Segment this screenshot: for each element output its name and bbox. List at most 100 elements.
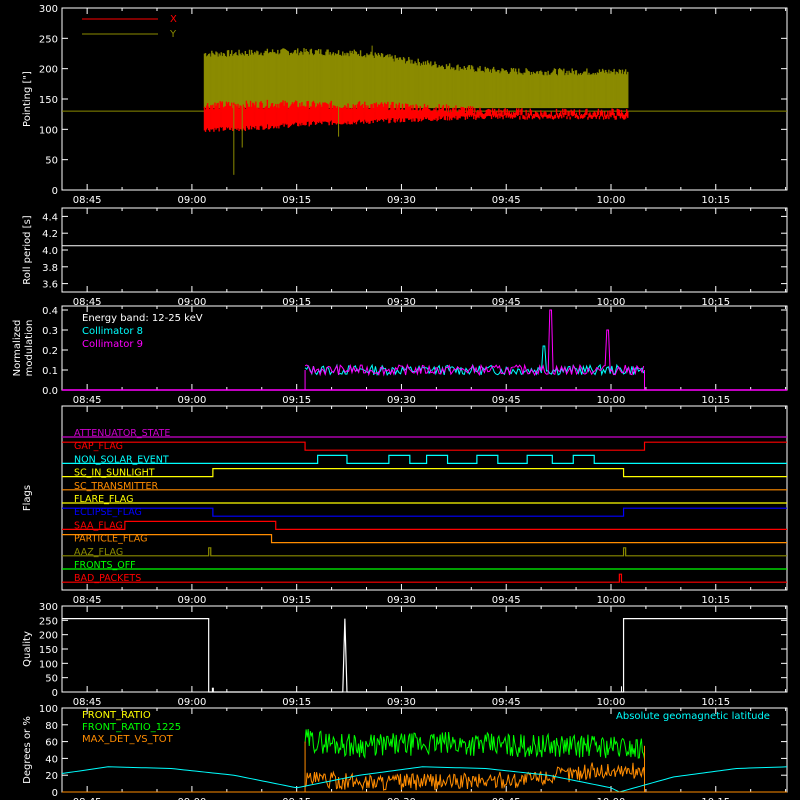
y-tick-label: 80	[45, 721, 58, 732]
y-tick-label: 40	[45, 754, 58, 765]
y-tick-label: 150	[39, 95, 58, 106]
legend-geomagnetic-latitude: Absolute geomagnetic latitude	[616, 711, 770, 722]
x-tick-label: 10:00	[597, 195, 626, 206]
x-tick-label: 10:00	[597, 595, 626, 606]
y-axis-label: Normalized	[12, 320, 23, 377]
legend-max-det-vs-tot: MAX_DET_VS_TOT	[82, 734, 174, 745]
x-tick-label: 10:15	[701, 697, 730, 708]
y-tick-label: 0.4	[42, 306, 58, 317]
y-axis-label: Degrees or %	[22, 716, 33, 784]
modulation-series-line	[304, 309, 645, 377]
x-tick-label: 10:15	[701, 395, 730, 406]
flag-line-bad_packets	[62, 573, 787, 583]
x-tick-label: 09:00	[177, 195, 206, 206]
flag-label-gap_flag: GAP_FLAG	[74, 441, 123, 452]
y-tick-label: 200	[39, 65, 58, 76]
y-axis-label: Flags	[22, 485, 33, 511]
y-tick-label: 0	[52, 186, 58, 197]
x-tick-label: 09:00	[177, 395, 206, 406]
x-tick-label: 09:30	[387, 195, 416, 206]
x-tick-label: 09:00	[177, 697, 206, 708]
y-tick-label: 150	[39, 645, 58, 656]
y-tick-label: 3.6	[42, 280, 58, 291]
flag-label-bad_packets: BAD_PACKETS	[74, 573, 141, 584]
chart-canvas: 08:45 09:00 09:15 09:30 09:45 10:00 10:15 0 50 10…	[12, 4, 788, 800]
flag-label-saa_flag: SAA_FLAG	[74, 520, 123, 531]
legend-collimator-8: Collimator 8	[82, 326, 143, 337]
y-tick-label: 100	[39, 125, 58, 136]
flags-frame	[61, 405, 788, 591]
y-tick-label: 0.0	[42, 386, 58, 397]
y-tick-label: 0.2	[42, 346, 58, 357]
y-axis-label: Pointing ["]	[22, 71, 33, 127]
y-tick-label: 300	[39, 4, 58, 15]
flag-label-particle_flag: PARTICLE_FLAG	[74, 534, 147, 545]
x-tick-label: 09:30	[387, 697, 416, 708]
legend-front-ratio: FRONT_RATIO	[82, 710, 151, 721]
front-ratio-1225-line	[304, 729, 646, 760]
flag-line-non_solar_event	[62, 454, 787, 464]
x-tick-label: 09:00	[177, 595, 206, 606]
flag-line-gap_flag	[62, 441, 787, 451]
legend-collimator-9: Collimator 9	[82, 339, 143, 350]
x-tick-label: 10:15	[701, 595, 730, 606]
legend-x-label: X	[170, 14, 177, 25]
x-tick-label: 09:45	[492, 697, 521, 708]
flag-label-aaz_flag: AAZ_FLAG	[74, 547, 123, 558]
y-tick-label: 200	[39, 631, 58, 642]
x-tick-label: 09:45	[492, 195, 521, 206]
flag-label-flare_flag: FLARE_FLAG	[74, 494, 134, 505]
y-tick-label: 0.3	[42, 326, 58, 337]
x-tick-label: 08:45	[73, 395, 102, 406]
x-tick-label: 10:00	[597, 697, 626, 708]
y-tick-label: 100	[39, 704, 58, 715]
y-tick-label: 50	[45, 156, 58, 167]
y-tick-label: 60	[45, 738, 58, 749]
legend-energy-band: Energy band: 12-25 keV	[82, 313, 203, 324]
roll-frame	[61, 207, 788, 293]
flag-line-aaz_flag	[62, 547, 787, 557]
flag-line-saa_flag	[62, 520, 787, 530]
y-tick-label: 3.8	[42, 263, 58, 274]
y-tick-label: 0	[52, 788, 58, 799]
y-tick-label: 4.0	[42, 246, 58, 257]
flag-line-sc_in_sunlight	[62, 468, 787, 478]
flag-label-sc_in_sunlight: SC_IN_SUNLIGHT	[74, 468, 155, 479]
x-tick-label: 08:45	[73, 595, 102, 606]
flag-label-eclipse_flag: ECLIPSE_FLAG	[74, 507, 142, 518]
x-tick-label: 09:30	[387, 395, 416, 406]
flag-label-fronts_off: FRONTS_OFF	[74, 560, 136, 571]
y-tick-label: 4.2	[42, 229, 58, 240]
flag-label-attenuator_state: ATTENUATOR_STATE	[74, 428, 170, 439]
y-tick-label: 300	[39, 602, 58, 613]
x-tick-label: 09:15	[282, 697, 311, 708]
legend-y-label: Y	[169, 29, 177, 40]
x-tick-label: 09:45	[492, 595, 521, 606]
x-tick-label: 09:30	[387, 595, 416, 606]
flag-label-sc_transmitter: SC_TRANSMITTER	[74, 481, 159, 492]
y-axis-label: Quality	[22, 631, 33, 667]
x-tick-label: 09:45	[492, 395, 521, 406]
y-tick-label: 100	[39, 659, 58, 670]
x-tick-label: 08:45	[73, 697, 102, 708]
y-axis-label: Roll period [s]	[22, 215, 33, 284]
x-tick-label: 09:15	[282, 595, 311, 606]
flag-line-eclipse_flag	[62, 507, 787, 517]
y-tick-label: 250	[39, 34, 58, 45]
quality-series-line	[62, 618, 787, 693]
flag-label-non_solar_event: NON_SOLAR_EVENT	[74, 454, 169, 465]
x-tick-label: 09:15	[282, 395, 311, 406]
y-axis-label: modulation	[24, 320, 35, 377]
legend-front-ratio-1225: FRONT_RATIO_1225	[82, 722, 181, 733]
y-tick-label: 0.1	[42, 366, 58, 377]
y-tick-label: 4.4	[42, 212, 58, 223]
y-tick-label: 0	[52, 688, 58, 699]
x-tick-label: 09:15	[282, 195, 311, 206]
y-tick-label: 250	[39, 616, 58, 627]
x-tick-label: 08:45	[73, 195, 102, 206]
x-tick-label: 10:00	[597, 395, 626, 406]
flag-line-particle_flag	[62, 534, 787, 544]
x-tick-label: 10:15	[701, 195, 730, 206]
y-tick-label: 20	[45, 771, 58, 782]
y-tick-label: 50	[45, 674, 58, 685]
